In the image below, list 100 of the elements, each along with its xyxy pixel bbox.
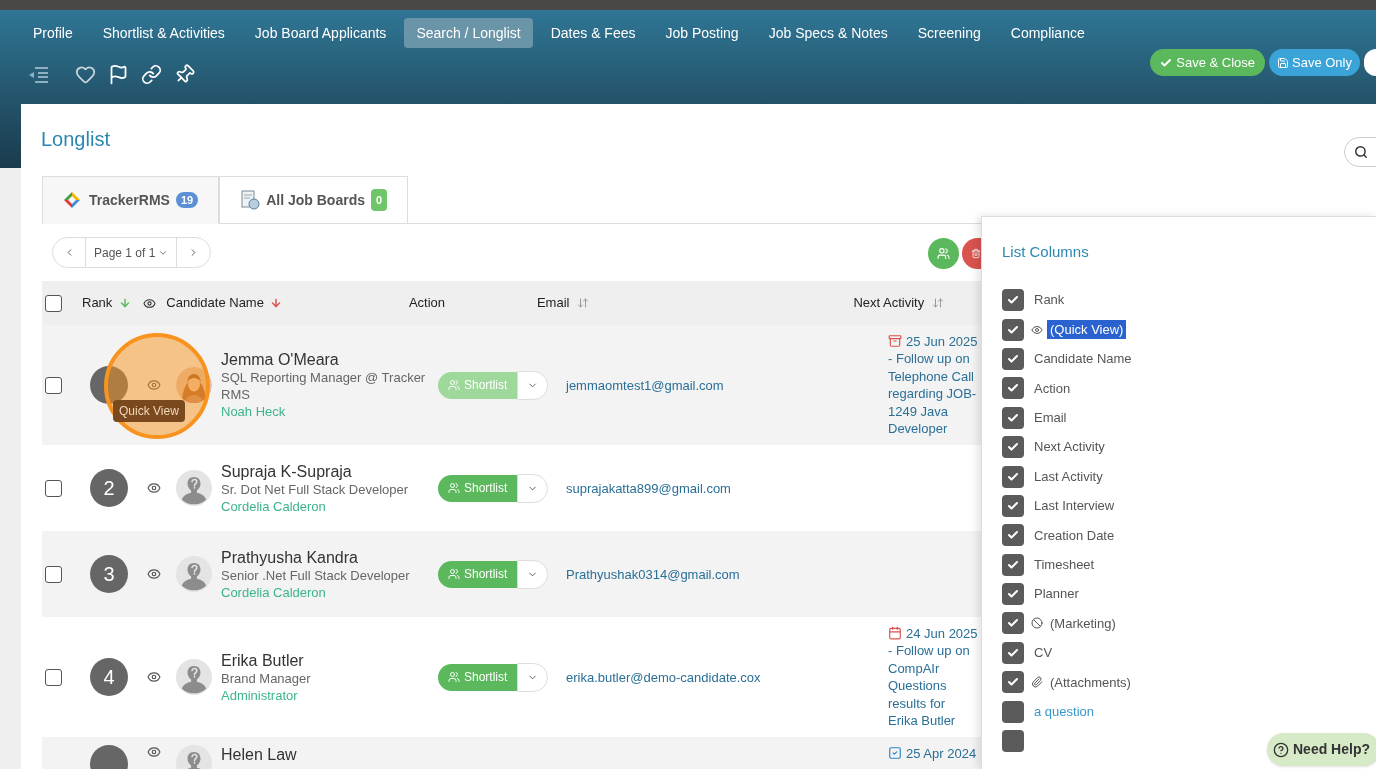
column-checkbox[interactable] — [1002, 553, 1024, 576]
check-icon — [1160, 56, 1173, 69]
nav-tab[interactable]: Job Posting — [653, 18, 751, 48]
eye-icon — [1031, 323, 1043, 336]
rank-badge: 3 — [90, 555, 128, 593]
nav-tab[interactable]: Job Specs & Notes — [756, 18, 900, 48]
sort-icon — [577, 297, 590, 309]
dropdown-toggle[interactable] — [517, 662, 549, 692]
tab-label: TrackerRMS — [89, 190, 170, 210]
column-header[interactable]: Next Activity — [853, 293, 925, 313]
email-link[interactable]: erika.butler@demo-candidate.cox — [566, 670, 761, 685]
column-checkbox[interactable] — [1002, 524, 1024, 547]
page-select[interactable]: Page 1 of 1 — [86, 238, 178, 267]
column-checkbox[interactable] — [1002, 583, 1024, 606]
candidate-name[interactable]: Supraja K-Supraja — [221, 461, 438, 481]
row-checkbox[interactable] — [45, 668, 62, 686]
column-checkbox[interactable] — [1002, 347, 1024, 370]
column-header[interactable]: Action — [408, 293, 537, 313]
tooltip: Quick View — [113, 400, 185, 422]
column-header[interactable]: Rank — [82, 293, 113, 313]
help-button[interactable]: Need Help? — [1267, 733, 1376, 766]
eye-icon[interactable] — [147, 745, 161, 759]
eye-icon[interactable] — [147, 670, 161, 684]
job-title: Senior .Net Full Stack Developer — [221, 566, 411, 584]
nav-tab[interactable]: Job Board Applicants — [242, 18, 399, 48]
check-icon — [1007, 529, 1019, 542]
search-icon — [1354, 145, 1368, 159]
sort-down-icon — [119, 297, 132, 309]
check-icon — [1007, 323, 1019, 336]
select-all-checkbox[interactable] — [45, 294, 62, 312]
nav-tab[interactable]: Compliance — [998, 18, 1097, 48]
nav-tab[interactable]: Screening — [905, 18, 993, 48]
users-icon — [448, 671, 460, 683]
column-header[interactable]: Candidate Name — [166, 293, 264, 313]
save-icon — [1277, 56, 1289, 69]
check-icon — [1007, 558, 1019, 571]
delete-button[interactable] — [962, 238, 981, 269]
checked-task-icon — [888, 746, 902, 760]
candidate-name[interactable]: Helen Law — [221, 745, 438, 764]
heart-icon[interactable] — [75, 64, 96, 85]
check-icon — [1007, 646, 1019, 659]
flag-icon[interactable] — [108, 64, 129, 85]
candidate-name[interactable]: Prathyusha Kandra — [221, 547, 438, 567]
column-checkbox[interactable] — [1002, 436, 1024, 459]
check-icon — [1007, 382, 1019, 395]
nav-tab[interactable]: Search / Longlist — [404, 18, 533, 48]
count-badge: 19 — [175, 191, 199, 209]
candidate-name[interactable]: Erika Butler — [221, 650, 438, 670]
eye-icon[interactable] — [147, 567, 161, 581]
ban-icon — [1031, 617, 1043, 630]
users-icon — [448, 568, 460, 580]
nav-tab[interactable]: Shortlist & Activities — [90, 18, 237, 48]
archive-icon — [888, 333, 902, 348]
nav-tab[interactable]: Profile — [21, 18, 85, 48]
dropdown-toggle[interactable] — [517, 473, 549, 503]
source-tab[interactable]: TrackerRMS 19 — [42, 176, 220, 224]
dropdown-toggle[interactable] — [517, 559, 549, 589]
help-icon — [1273, 741, 1289, 758]
round-button[interactable] — [1364, 49, 1376, 76]
job-title: Sr. Dot Net Full Stack Developer — [221, 480, 410, 498]
avatar-placeholder-icon — [176, 556, 212, 592]
email-link[interactable]: suprajakatta899@gmail.com — [566, 481, 731, 496]
avatar-placeholder-icon — [176, 659, 212, 695]
job-title: SQL Reporting Manager @ Tracker RMS — [221, 369, 427, 403]
sort-icon — [932, 297, 945, 309]
check-icon — [1007, 411, 1019, 424]
collapse-menu-icon[interactable] — [27, 65, 49, 84]
column-checkbox[interactable] — [1002, 641, 1024, 664]
dropdown-toggle[interactable] — [517, 370, 549, 400]
column-checkbox[interactable] — [1002, 730, 1024, 753]
check-icon — [1007, 676, 1019, 689]
row-checkbox[interactable] — [45, 565, 62, 583]
column-checkbox[interactable] — [1002, 289, 1024, 312]
page-title: Longlist — [41, 127, 110, 152]
column-checkbox[interactable] — [1002, 377, 1024, 400]
document-globe-icon — [240, 190, 261, 210]
column-checkbox[interactable] — [1002, 671, 1024, 694]
link-icon[interactable] — [141, 64, 162, 85]
avatar-placeholder-icon — [176, 470, 212, 506]
panel-title: List Columns — [1002, 242, 1090, 262]
users-icon — [937, 247, 950, 260]
source-tab[interactable]: All Job Boards 0 — [219, 176, 409, 224]
eye-icon[interactable] — [147, 481, 161, 495]
column-checkbox[interactable] — [1002, 318, 1024, 341]
column-checkbox[interactable] — [1002, 465, 1024, 488]
nav-tab[interactable]: Dates & Fees — [538, 18, 648, 48]
email-link[interactable]: Prathyushak0314@gmail.com — [566, 567, 740, 582]
paperclip-icon — [1031, 676, 1043, 689]
column-checkbox[interactable] — [1002, 700, 1024, 723]
column-checkbox[interactable] — [1002, 494, 1024, 517]
column-header[interactable]: Email — [536, 293, 570, 313]
count-badge: 0 — [371, 188, 388, 212]
column-checkbox[interactable] — [1002, 406, 1024, 429]
row-checkbox[interactable] — [45, 479, 62, 497]
check-icon — [1007, 499, 1019, 512]
column-checkbox[interactable] — [1002, 612, 1024, 635]
check-icon — [1007, 470, 1019, 483]
next-activity-link[interactable]: 25 Apr 2024 — [888, 745, 978, 763]
check-icon — [1007, 617, 1019, 630]
next-activity-link[interactable]: 24 Jun 2025 - Follow up on CompAIr Questions results for Erika Butler — [888, 624, 978, 730]
